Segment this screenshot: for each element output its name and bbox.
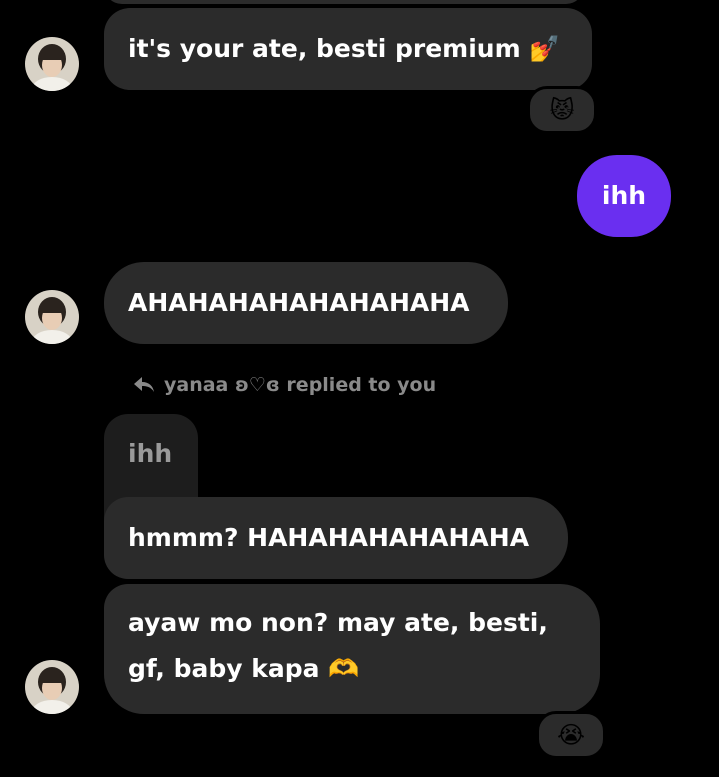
message-text: gf, baby kapa [128, 654, 320, 683]
message-text: it's your ate, besti premium [128, 34, 521, 63]
message-text-line-2: gf, baby kapa 🫶 [128, 646, 576, 692]
message-bubble-received[interactable]: AHAHAHAHAHAHAHAHA [104, 262, 508, 344]
message-bubble-received[interactable]: it's your ate, besti premium 💅 [104, 8, 592, 90]
message-reaction[interactable]: 😭 [536, 711, 606, 759]
message-bubble-received[interactable]: ayaw mo non? may ate, besti, gf, baby ka… [104, 584, 600, 714]
heart-hands-emoji: 🫶 [328, 654, 360, 683]
message-text: hmmm? HAHAHAHAHAHAHA [128, 523, 530, 552]
message-text: AHAHAHAHAHAHAHAHA [128, 288, 470, 317]
avatar[interactable] [25, 290, 79, 344]
chat-thread: it's your ate, besti premium 💅 😾 ihh AHA… [0, 0, 719, 777]
message-bubble-sent[interactable]: ihh [577, 155, 671, 237]
reply-arrow-icon [134, 377, 154, 392]
avatar[interactable] [25, 37, 79, 91]
message-reaction[interactable]: 😾 [527, 86, 597, 134]
pouting-cat-emoji: 😾 [549, 96, 575, 124]
message-text: ihh [601, 181, 647, 210]
reply-header-text: yanaa ʚ♡ɞ replied to you [164, 374, 437, 396]
message-text-line-1: ayaw mo non? may ate, besti, [128, 608, 548, 637]
nail-polish-emoji: 💅 [529, 34, 561, 63]
quoted-text: ihh [128, 439, 173, 468]
avatar[interactable] [25, 660, 79, 714]
message-bubble-received[interactable]: hmmm? HAHAHAHAHAHAHA [104, 497, 568, 579]
reply-header: yanaa ʚ♡ɞ replied to you [132, 374, 436, 396]
previous-bubble-edge [104, 0, 584, 4]
crying-face-emoji: 😭 [556, 721, 586, 749]
